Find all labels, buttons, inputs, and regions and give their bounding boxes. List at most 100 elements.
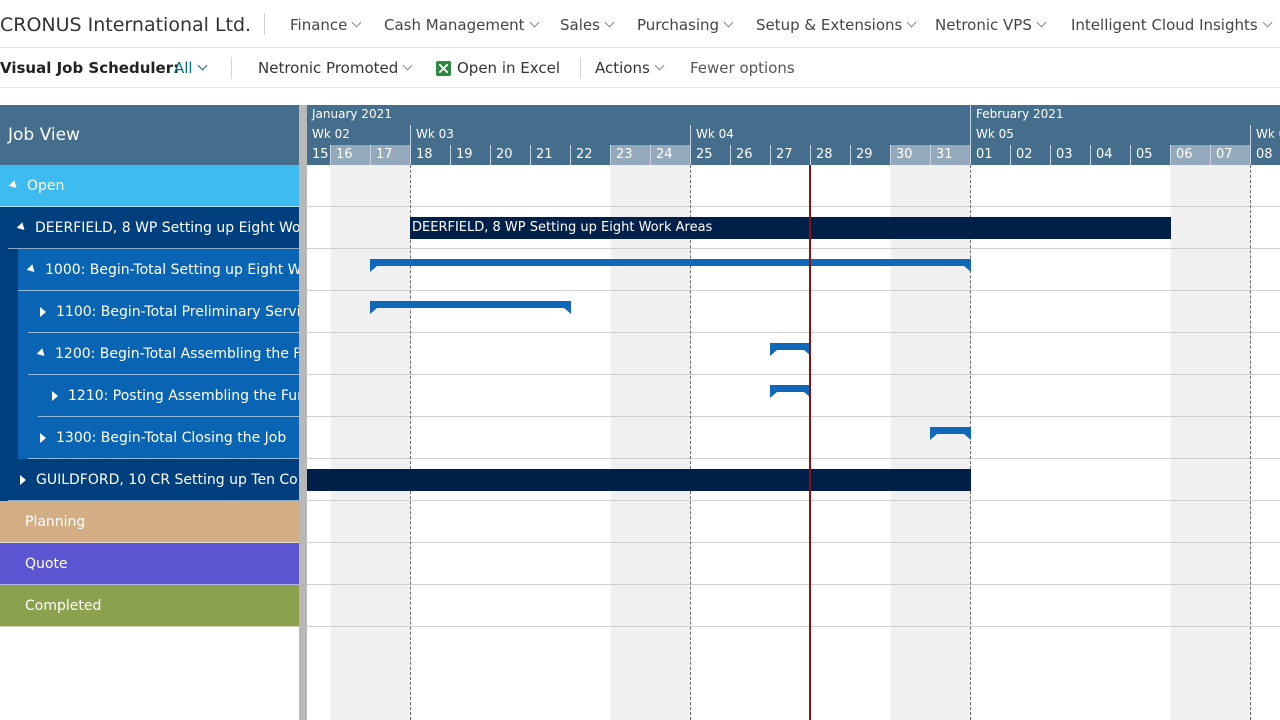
bar-cap [930, 434, 937, 440]
nav-intelligent-cloud-insights[interactable]: Intelligent Cloud Insights [1071, 16, 1273, 34]
month-label: February 2021 [976, 107, 1064, 121]
nav-cash-management-label: Cash Management [384, 16, 525, 34]
tree-row-label: 1100: Begin-Total Preliminary Services [56, 303, 299, 320]
tree-row-guildford[interactable]: GUILDFORD, 10 CR Setting up Ten Conferen… [8, 459, 299, 501]
chevron-down-icon [723, 17, 734, 28]
tree-row-1300[interactable]: 1300: Begin-Total Closing the Job [28, 417, 299, 459]
collapse-icon[interactable] [20, 474, 26, 485]
tree-row-label: GUILDFORD, 10 CR Setting up Ten Conferen… [36, 471, 299, 488]
bar-cap [964, 434, 971, 440]
tree-row-label: 1300: Begin-Total Closing the Job [56, 429, 287, 446]
tree-row-open[interactable]: Open [0, 165, 299, 207]
nav-netronic-vps[interactable]: Netronic VPS [935, 16, 1047, 34]
tree-row-1000[interactable]: 1000: Begin-Total Setting up Eight Work … [18, 249, 299, 291]
bar-fill [930, 427, 971, 434]
collapse-icon[interactable] [40, 306, 46, 317]
job-view-header: Job View [0, 105, 299, 165]
row-gridline [307, 374, 1280, 375]
gantt-bar-1210[interactable] [770, 385, 811, 398]
tree-row-completed[interactable]: Completed [0, 585, 299, 627]
actions-menu[interactable]: Actions [595, 59, 665, 77]
collapse-icon[interactable] [52, 390, 58, 401]
page-title: Visual Job Scheduler: [0, 59, 180, 77]
day-label: 04 [1090, 145, 1130, 165]
nav-purchasing-label: Purchasing [637, 16, 720, 34]
gantt-bar-1300[interactable] [930, 427, 971, 440]
expand-icon[interactable] [26, 264, 38, 275]
gantt-bar-guildford[interactable] [307, 469, 971, 491]
nav-setup-extensions[interactable]: Setup & Extensions [756, 16, 917, 34]
tree-row-1200[interactable]: 1200: Begin-Total Assembling the Furnitu… [28, 333, 299, 375]
chevron-down-icon [1262, 17, 1273, 28]
gantt-bar-1100[interactable] [370, 301, 571, 314]
tree-row-1210[interactable]: 1210: Posting Assembling the Furniture [38, 375, 299, 417]
action-divider [231, 57, 232, 79]
chevron-down-icon [529, 17, 540, 28]
open-in-excel-button[interactable]: Open in Excel [436, 59, 560, 77]
chevron-down-icon [197, 60, 208, 71]
tree-row-label: Open [27, 177, 65, 194]
tree-row-1100[interactable]: 1100: Begin-Total Preliminary Services [28, 291, 299, 333]
day-strip: 15 16 17 18 19 20 21 22 23 24 25 26 27 28 29 30 31 01 02 03… [307, 145, 1280, 165]
company-name[interactable]: CRONUS International Ltd. [0, 14, 251, 36]
tree-row-label: Completed [25, 597, 102, 614]
day-label: 03 [1050, 145, 1090, 165]
bar-fill [370, 259, 971, 266]
gantt-bar-1000[interactable] [370, 259, 971, 272]
excel-icon [436, 60, 451, 76]
job-tree: Job View Open DEERFIELD, 8 WP Setting up… [0, 105, 299, 720]
nav-sales-label: Sales [560, 16, 600, 34]
week-boundary-line [970, 165, 971, 720]
tree-row-planning[interactable]: Planning [0, 501, 299, 543]
gantt-bar-deerfield[interactable]: DEERFIELD, 8 WP Setting up Eight Work Ar… [410, 217, 1171, 239]
month-label: January 2021 [312, 107, 392, 121]
day-label: 21 [530, 145, 570, 165]
nav-sales[interactable]: Sales [560, 16, 615, 34]
view-filter-dropdown[interactable]: All [174, 59, 208, 77]
week-label: Wk 05 [976, 127, 1014, 141]
bar-cap [964, 266, 971, 272]
netronic-promoted-label: Netronic Promoted [258, 59, 399, 77]
week-divider [690, 125, 691, 145]
week-divider [1250, 125, 1251, 145]
chevron-down-icon [906, 17, 917, 28]
tree-row-quote[interactable]: Quote [0, 543, 299, 585]
day-label: 01 [970, 145, 1010, 165]
pane-splitter[interactable] [299, 105, 307, 720]
nav-netronic-vps-label: Netronic VPS [935, 16, 1032, 34]
gantt-timeline[interactable]: January 2021 February 2021 Wk 02 Wk 03 W… [307, 105, 1280, 720]
day-label: 15 [307, 145, 331, 165]
bar-cap [370, 308, 377, 314]
day-label: 18 [410, 145, 450, 165]
netronic-promoted-menu[interactable]: Netronic Promoted [258, 59, 413, 77]
week-boundary-line [1250, 165, 1251, 720]
day-label: 25 [690, 145, 730, 165]
nav-divider [264, 13, 265, 35]
week-label: Wk 03 [416, 127, 454, 141]
day-label: 23 [610, 145, 650, 165]
tree-indent-rail [18, 291, 28, 459]
tree-indent-rail [28, 375, 38, 417]
tree-row-deerfield[interactable]: DEERFIELD, 8 WP Setting up Eight Work Ar… [8, 207, 299, 249]
nav-intelligent-cloud-insights-label: Intelligent Cloud Insights [1071, 16, 1258, 34]
expand-icon[interactable] [36, 348, 48, 359]
tree-indent-rail [0, 207, 8, 501]
day-label: 19 [450, 145, 490, 165]
nav-setup-extensions-label: Setup & Extensions [756, 16, 903, 34]
day-label: 20 [490, 145, 530, 165]
day-label: 16 [330, 145, 370, 165]
day-label: 31 [930, 145, 970, 165]
day-label: 08 [1250, 145, 1280, 165]
gantt-bar-1200[interactable] [770, 343, 811, 356]
nav-finance[interactable]: Finance [290, 16, 362, 34]
day-label: 02 [1010, 145, 1050, 165]
fewer-options-button[interactable]: Fewer options [690, 59, 795, 77]
expand-icon[interactable] [8, 180, 20, 191]
collapse-icon[interactable] [40, 432, 46, 443]
nav-purchasing[interactable]: Purchasing [637, 16, 734, 34]
day-label: 30 [890, 145, 930, 165]
top-navigation: CRONUS International Ltd. Finance Cash M… [0, 0, 1280, 48]
expand-icon[interactable] [16, 222, 28, 233]
actions-label: Actions [595, 59, 650, 77]
nav-cash-management[interactable]: Cash Management [384, 16, 540, 34]
